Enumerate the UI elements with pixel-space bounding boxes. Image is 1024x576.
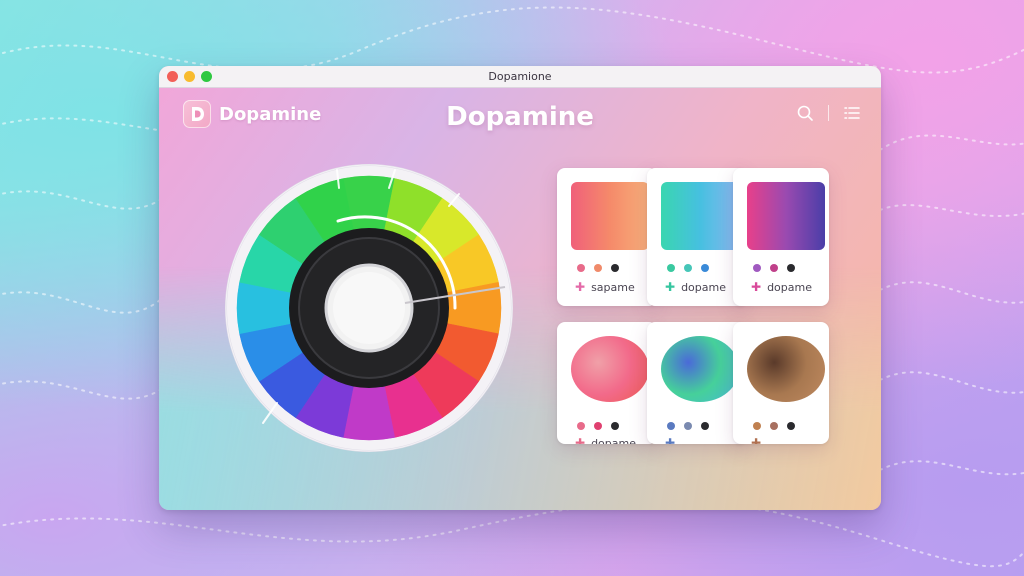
- palette-card[interactable]: ✚ dopame: [733, 168, 829, 306]
- palette-label: ✚ sapame: [575, 280, 635, 294]
- color-dot[interactable]: [770, 264, 778, 272]
- palette-card[interactable]: ✚ sapame: [557, 168, 657, 306]
- color-dot[interactable]: [577, 264, 585, 272]
- color-dot[interactable]: [787, 264, 795, 272]
- color-dot[interactable]: [611, 264, 619, 272]
- palette-name: dopame: [681, 280, 726, 294]
- add-palette-icon[interactable]: ✚: [665, 280, 675, 294]
- palette-name: dopame: [591, 436, 636, 445]
- page-title: Dopamine: [446, 102, 594, 132]
- color-dot[interactable]: [787, 422, 795, 430]
- color-dot[interactable]: [701, 264, 709, 272]
- minimize-button[interactable]: [184, 71, 195, 82]
- palette-label: ✚ dopame: [665, 280, 726, 294]
- app-header: Dopamine Dopamine: [159, 88, 881, 148]
- color-wheel[interactable]: [219, 158, 519, 458]
- palette-swatch: [571, 182, 649, 250]
- add-palette-icon[interactable]: ✚: [751, 280, 761, 294]
- window-controls: [167, 71, 212, 82]
- color-dot[interactable]: [611, 422, 619, 430]
- add-palette-icon[interactable]: ✚: [751, 436, 761, 444]
- palette-name: dopame: [767, 280, 812, 294]
- color-dot[interactable]: [684, 264, 692, 272]
- color-dot[interactable]: [594, 264, 602, 272]
- palette-card[interactable]: ✚ dopame: [557, 322, 657, 444]
- color-dot[interactable]: [770, 422, 778, 430]
- add-palette-icon[interactable]: ✚: [665, 436, 675, 444]
- search-icon[interactable]: [794, 102, 816, 124]
- add-palette-icon[interactable]: ✚: [575, 280, 585, 294]
- maximize-button[interactable]: [201, 71, 212, 82]
- app-window: Dopamione Dopamine Dopamine ✚ sapame ✚ d…: [159, 66, 881, 510]
- color-dot[interactable]: [684, 422, 692, 430]
- header-actions: [794, 102, 863, 124]
- color-dot[interactable]: [667, 264, 675, 272]
- palette-swatch: [747, 336, 825, 402]
- palette-swatch: [661, 336, 739, 402]
- close-button[interactable]: [167, 71, 178, 82]
- palette-swatch: [571, 336, 649, 402]
- knob-highlight: [333, 272, 405, 344]
- palette-dots: [667, 422, 709, 430]
- palette-card[interactable]: ✚: [647, 322, 747, 444]
- palette-dots: [577, 264, 619, 272]
- palette-name: sapame: [591, 280, 635, 294]
- title-bar: Dopamione: [159, 66, 881, 88]
- palette-label: ✚: [665, 436, 681, 444]
- color-dot[interactable]: [594, 422, 602, 430]
- palette-card[interactable]: ✚ dopame: [647, 168, 747, 306]
- palette-card[interactable]: ✚: [733, 322, 829, 444]
- palette-dots: [753, 264, 795, 272]
- palette-dots: [667, 264, 709, 272]
- list-menu-icon[interactable]: [841, 102, 863, 124]
- window-title: Dopamione: [488, 70, 552, 83]
- palette-dots: [753, 422, 795, 430]
- color-dot[interactable]: [753, 422, 761, 430]
- color-dot[interactable]: [667, 422, 675, 430]
- palette-label: ✚ dopame: [575, 436, 636, 444]
- color-dot[interactable]: [701, 422, 709, 430]
- palette-swatch: [747, 182, 825, 250]
- palette-label: ✚: [751, 436, 767, 444]
- header-divider: [828, 105, 829, 121]
- palette-swatch: [661, 182, 739, 250]
- add-palette-icon[interactable]: ✚: [575, 436, 585, 444]
- color-dot[interactable]: [577, 422, 585, 430]
- palette-label: ✚ dopame: [751, 280, 812, 294]
- palette-dots: [577, 422, 619, 430]
- color-dot[interactable]: [753, 264, 761, 272]
